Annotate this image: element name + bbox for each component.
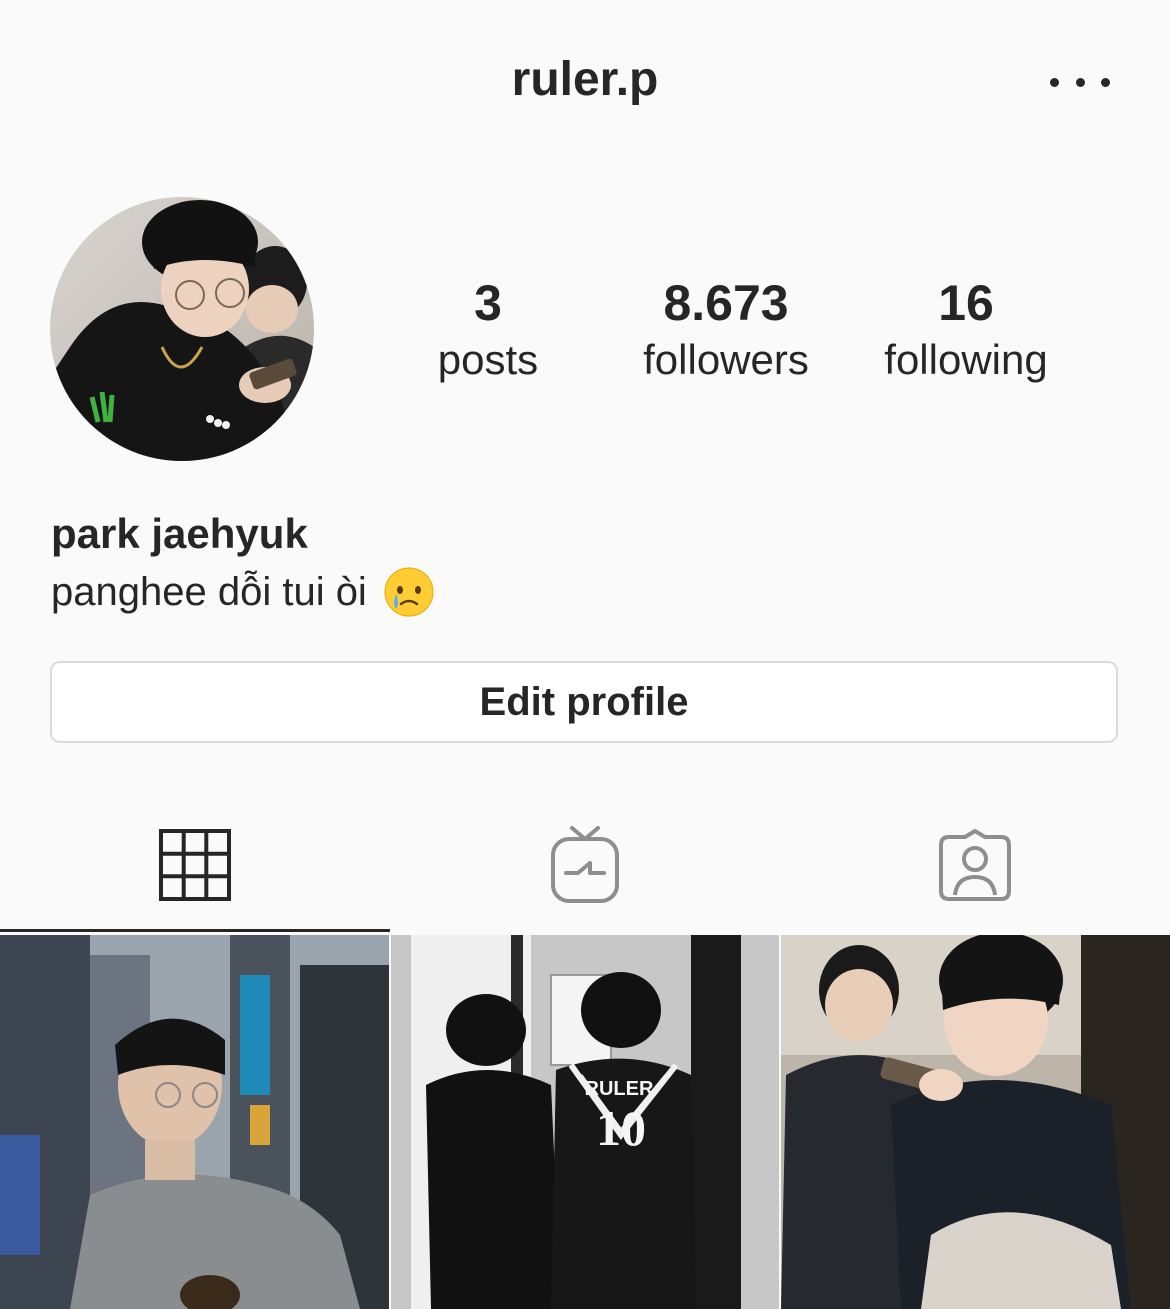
stat-value: 16 (938, 275, 994, 331)
stat-followers[interactable]: 8.673 followers (628, 272, 824, 386)
grid-icon (159, 829, 231, 901)
dot (1050, 77, 1059, 87)
svg-text:10: 10 (596, 1100, 646, 1156)
bio-text: panghee dỗi tui òi (51, 569, 367, 614)
post-thumbnail[interactable] (781, 935, 1170, 1309)
stat-posts[interactable]: 3 posts (428, 272, 548, 386)
svg-text:RULER: RULER (585, 1078, 654, 1100)
stat-following[interactable]: 16 following (870, 272, 1062, 386)
tab-igtv[interactable] (390, 820, 780, 910)
more-options-icon[interactable] (1050, 68, 1110, 96)
post-thumbnail[interactable] (0, 935, 389, 1309)
photo-post-1 (0, 935, 389, 1309)
photo-post-3 (781, 935, 1170, 1309)
tab-tagged[interactable] (780, 820, 1170, 910)
stat-label: posts (437, 336, 539, 383)
edit-profile-button[interactable]: Edit profile (50, 661, 1118, 743)
dot (1101, 77, 1110, 87)
profile-username: ruler.p (511, 53, 659, 106)
profile-name: park jaehyuk (51, 510, 308, 557)
post-thumbnail[interactable]: RULER 10 (391, 935, 779, 1309)
stat-label: following (884, 336, 1048, 383)
tagged-user-icon (939, 829, 1011, 901)
stat-value: 3 (474, 275, 502, 331)
avatar-photo (50, 197, 314, 461)
profile-bio: panghee dỗi tui òi (51, 566, 435, 618)
dot (1075, 77, 1085, 87)
profile-header: ruler.p (0, 0, 1170, 160)
tab-grid[interactable] (0, 820, 390, 910)
active-tab-indicator (0, 929, 390, 932)
face-holding-back-tears-icon (384, 567, 434, 617)
avatar[interactable] (50, 197, 314, 461)
photo-post-2: RULER 10 (391, 935, 779, 1309)
stat-label: followers (643, 336, 809, 383)
igtv-icon (551, 826, 619, 903)
stat-value: 8.673 (663, 275, 789, 331)
